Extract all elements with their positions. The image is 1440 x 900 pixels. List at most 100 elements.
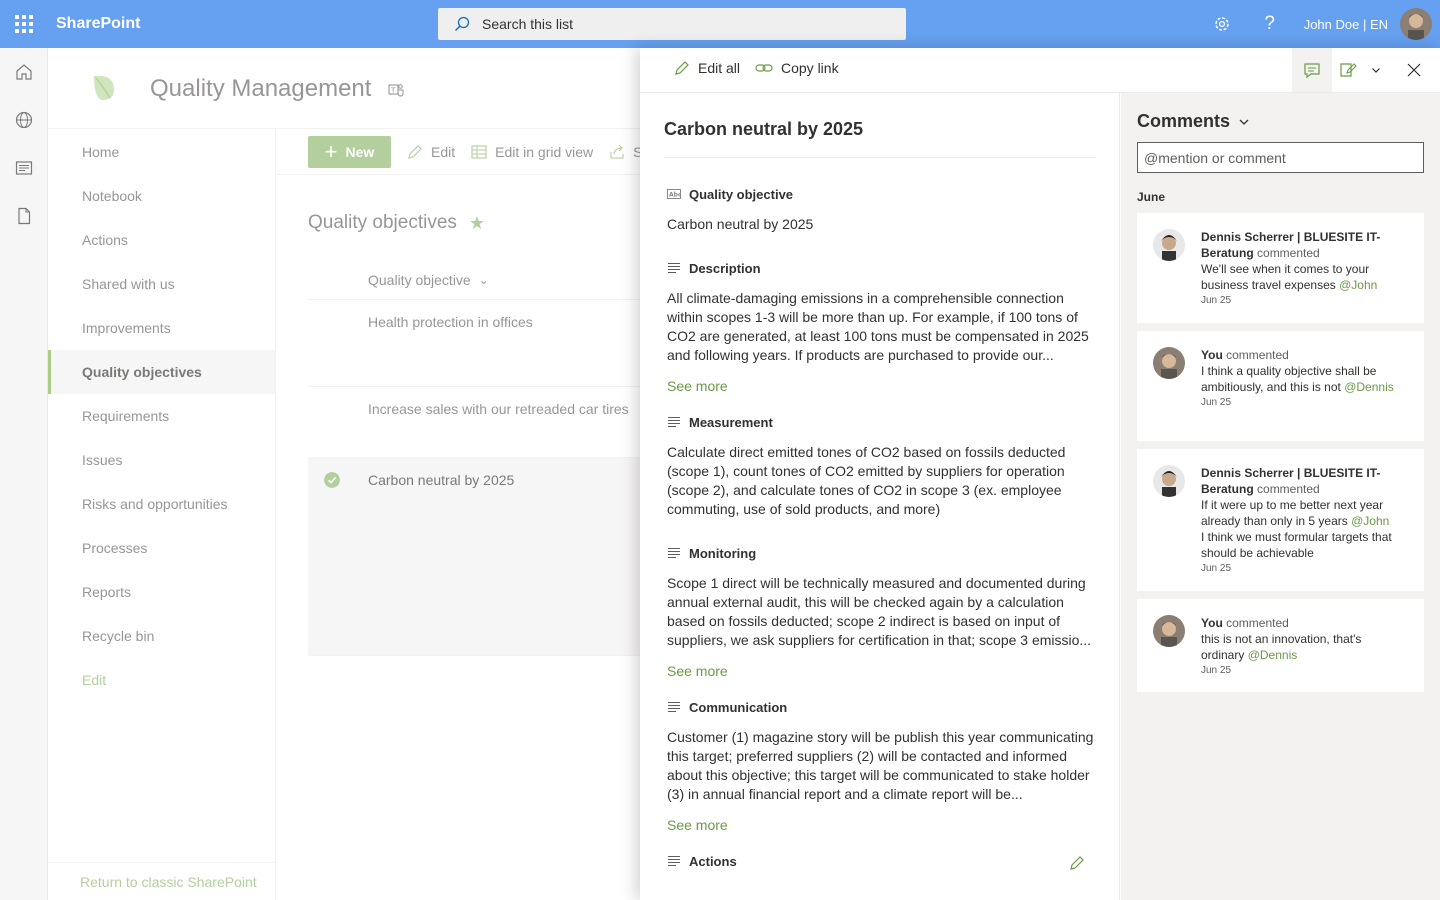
settings-button[interactable] (1198, 0, 1246, 48)
field-label-text: Measurement (689, 414, 773, 430)
comment-author[interactable]: You (1201, 616, 1223, 630)
comment-author[interactable]: You (1201, 348, 1223, 362)
field-actions[interactable]: Actions (667, 852, 1095, 870)
field-label-text: Description (689, 260, 761, 276)
field-label: Communication (667, 698, 1095, 716)
link-icon (755, 64, 773, 72)
see-more-link[interactable]: See more (667, 663, 1095, 679)
search-input[interactable]: Search this list (482, 16, 573, 32)
avatar (1153, 229, 1185, 261)
field-label-text: Monitoring (689, 545, 757, 561)
comments-month: June (1137, 190, 1166, 204)
person-photo-icon (1153, 347, 1185, 379)
field-label: Abc Quality objective (667, 185, 1095, 203)
search-box[interactable]: Search this list (438, 8, 906, 40)
chevron-down-icon (1372, 68, 1380, 73)
edit-all-button[interactable]: Edit all (674, 60, 740, 76)
multiline-text-icon (668, 856, 680, 866)
suite-bar: SharePoint Search this list ? John Doe |… (0, 0, 1440, 48)
copy-link-button[interactable]: Copy link (755, 60, 839, 76)
panel-overlay[interactable] (0, 48, 640, 900)
field-description[interactable]: Description All climate-damaging emissio… (667, 259, 1095, 395)
user-photo-icon (1400, 8, 1432, 40)
waffle-icon (15, 15, 33, 33)
comment-mention[interactable]: @Dennis (1248, 648, 1298, 662)
comments-toggle-button[interactable] (1292, 48, 1332, 92)
edit-all-label: Edit all (698, 60, 741, 76)
comment-input[interactable]: @mention or comment (1137, 142, 1424, 173)
comment-body: Dennis Scherrer | BLUESITE IT-Beratung c… (1201, 229, 1401, 309)
comments-title: Comments (1137, 111, 1231, 131)
field-monitoring[interactable]: Monitoring Scope 1 direct will be techni… (667, 544, 1095, 680)
field-communication[interactable]: Communication Customer (1) magazine stor… (667, 698, 1095, 834)
chevron-down-icon (1239, 119, 1249, 125)
see-more-link[interactable]: See more (667, 817, 1095, 833)
comment-verb: commented (1226, 348, 1289, 362)
comment-card[interactable]: You commented I think a quality objectiv… (1137, 331, 1424, 441)
app-launcher-button[interactable] (0, 0, 48, 48)
avatar (1153, 347, 1185, 379)
person-photo-icon (1153, 615, 1185, 647)
comment-icon (1304, 63, 1320, 79)
see-more-link[interactable]: See more (667, 378, 1095, 394)
field-label: Measurement (667, 413, 1095, 431)
person-photo-icon (1153, 229, 1185, 261)
item-details-panel: Edit all Copy link Carbon neutral by 202… (640, 48, 1440, 900)
form-options-dropdown[interactable] (1364, 48, 1388, 92)
comment-date: Jun 25 (1201, 397, 1232, 408)
item-title: Carbon neutral by 2025 (664, 119, 1096, 158)
copy-link-label: Copy link (781, 60, 839, 76)
comment-body: You commented this is not an innovation,… (1201, 615, 1401, 679)
multiline-text-icon (668, 702, 680, 712)
user-avatar[interactable] (1400, 8, 1432, 40)
item-form: Carbon neutral by 2025 Abc Quality objec… (640, 93, 1120, 900)
pencil-icon (675, 61, 689, 75)
comment-card[interactable]: You commented this is not an innovation,… (1137, 599, 1424, 692)
multiline-text-icon (668, 263, 680, 273)
comment-mention[interactable]: @John (1339, 278, 1377, 292)
comment-mention[interactable]: @Dennis (1344, 380, 1394, 394)
text-field-icon: Abc (667, 189, 681, 199)
person-photo-icon (1153, 465, 1185, 497)
comment-verb: commented (1226, 616, 1289, 630)
field-label-text: Communication (689, 699, 788, 715)
field-value: All climate-damaging emissions in a comp… (667, 290, 1089, 363)
multiline-text-icon (668, 548, 680, 558)
multiline-text-icon (668, 417, 680, 427)
comment-date: Jun 25 (1201, 295, 1232, 306)
field-label: Description (667, 259, 1095, 277)
help-icon: ? (1264, 13, 1275, 34)
user-name[interactable]: John Doe | EN (1304, 17, 1388, 32)
comment-card[interactable]: Dennis Scherrer | BLUESITE IT-Beratung c… (1137, 213, 1424, 323)
svg-text:Abc: Abc (669, 192, 681, 199)
comment-verb: commented (1257, 246, 1320, 260)
comment-body: Dennis Scherrer | BLUESITE IT-Beratung c… (1201, 465, 1401, 577)
edit-form-button[interactable] (1332, 48, 1364, 92)
comments-header[interactable]: Comments (1137, 111, 1250, 132)
brand-link[interactable]: SharePoint (56, 15, 140, 33)
field-label-text: Quality objective (689, 186, 794, 202)
field-value: Carbon neutral by 2025 (667, 216, 814, 232)
comment-date: Jun 25 (1201, 563, 1232, 574)
close-panel-button[interactable] (1388, 48, 1440, 92)
avatar (1153, 465, 1185, 497)
edit-field-pencil-icon[interactable] (1069, 855, 1085, 871)
help-button[interactable]: ? (1246, 0, 1294, 48)
comment-mention[interactable]: @John (1351, 514, 1389, 528)
search-icon (455, 16, 470, 31)
field-label: Monitoring (667, 544, 1095, 562)
field-value: Customer (1) magazine story will be publ… (667, 729, 1094, 802)
comment-card[interactable]: Dennis Scherrer | BLUESITE IT-Beratung c… (1137, 449, 1424, 591)
close-icon (1407, 63, 1421, 77)
form-edit-icon (1340, 63, 1357, 77)
comment-text-line2: I think we must formular targets that sh… (1201, 530, 1392, 560)
gear-icon (1214, 17, 1229, 31)
comment-verb: commented (1257, 482, 1320, 496)
field-label-text: Actions (689, 853, 737, 869)
field-quality-objective[interactable]: Abc Quality objective Carbon neutral by … (667, 185, 1095, 234)
field-measurement[interactable]: Measurement Calculate direct emitted ton… (667, 413, 1095, 519)
field-label: Actions (667, 852, 1095, 870)
field-value: Scope 1 direct will be technically measu… (667, 575, 1092, 648)
comment-date: Jun 25 (1201, 665, 1232, 676)
panel-command-bar: Edit all Copy link (640, 48, 1440, 93)
